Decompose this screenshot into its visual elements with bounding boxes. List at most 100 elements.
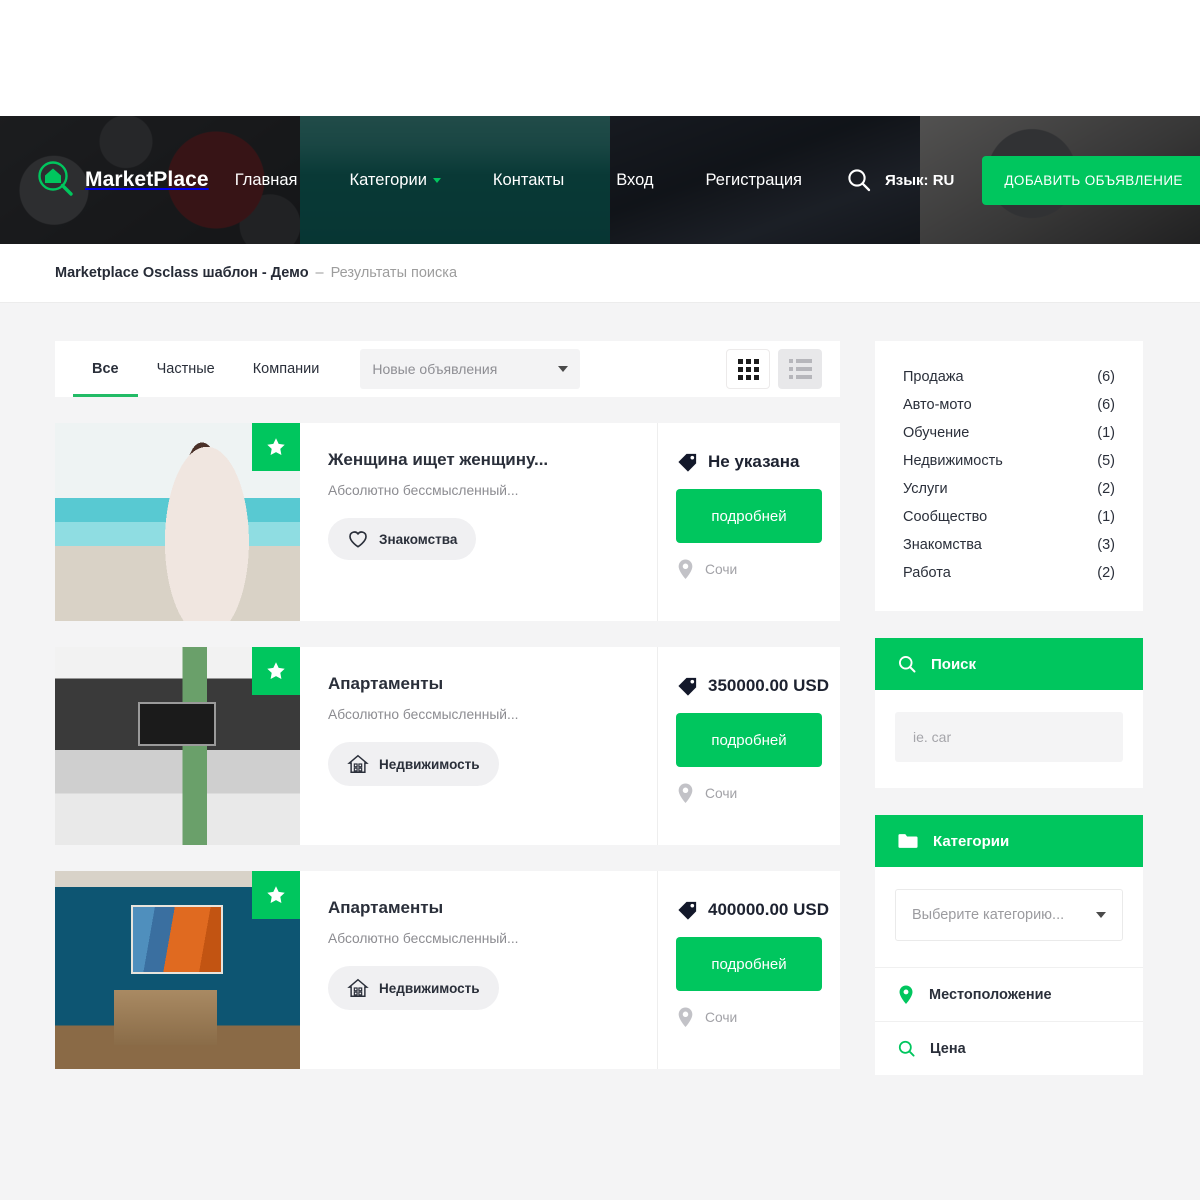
sidebar-category-row[interactable]: Авто-мото (6) [903,391,1115,419]
nav-item-register[interactable]: Регистрация [680,171,828,190]
sidebar-category-row[interactable]: Продажа (6) [903,363,1115,391]
grid-view-button[interactable] [726,349,770,389]
tab-private[interactable]: Частные [138,341,234,397]
listing-title[interactable]: Женщина ищет женщину... [328,450,637,470]
listing-side: Не указана подробней Сочи [658,423,840,621]
listing-location-label: Сочи [705,1010,738,1026]
search-icon [898,1040,915,1057]
site-logo[interactable]: MarketPlace [36,160,209,200]
listing-category-label: Недвижимость [379,980,480,996]
listing-details-button[interactable]: подробней [676,937,822,992]
listing-description: Абсолютно бессмысленный... [328,931,519,946]
language-selector[interactable]: Язык: RU [885,172,954,189]
category-count: (1) [1097,425,1115,441]
star-icon [267,662,285,679]
list-view-button[interactable] [778,349,822,389]
sidebar-accordion-location[interactable]: Местоположение [875,967,1143,1021]
breadcrumb-root[interactable]: Marketplace Osclass шаблон - Демо [55,265,309,281]
listing-title[interactable]: Апартаменты [328,898,637,918]
sidebar-category-row[interactable]: Работа (2) [903,559,1115,587]
map-pin-icon [678,1007,693,1028]
category-name: Авто-мото [903,397,972,413]
star-icon [267,886,285,903]
category-name: Продажа [903,369,964,385]
sidebar-category-counts: Продажа (6) Авто-мото (6) Обучение (1) Н… [875,341,1143,611]
search-input[interactable]: ie. car [895,712,1123,762]
listing-description: Абсолютно бессмысленный... [328,707,519,722]
listing-location-label: Сочи [705,786,738,802]
sidebar-category-row[interactable]: Услуги (2) [903,475,1115,503]
add-listing-button[interactable]: ДОБАВИТЬ ОБЪЯВЛЕНИЕ [982,155,1200,205]
nav-label: Вход [616,170,654,189]
listing-details-button[interactable]: подробней [676,489,822,544]
map-pin-icon [678,559,693,580]
nav-item-contacts[interactable]: Контакты [467,171,590,190]
nav-label: Контакты [492,170,565,189]
category-count: (2) [1097,565,1115,581]
listing-category-label: Недвижимость [379,756,480,772]
sidebar-category-row[interactable]: Знакомства (3) [903,531,1115,559]
header-search-button[interactable] [846,167,872,193]
sort-select[interactable]: Новые объявления [360,349,581,389]
listing-price-value: Не указана [708,452,800,471]
listing-body: Женщина ищет женщину... Абсолютно бессмы… [300,423,658,621]
listing-body: Апартаменты Абсолютно бессмысленный... Н… [300,647,658,845]
sidebar-category-row[interactable]: Обучение (1) [903,419,1115,447]
main-navigation: Главная Категории Контакты Вход Регистра… [209,171,828,190]
listing-price-value: 400000.00 USD [708,900,829,919]
house-magnifier-icon [36,160,76,200]
star-icon [267,438,285,455]
category-select-value: Выберите категорию... [912,907,1065,923]
listing-details-button[interactable]: подробней [676,713,822,768]
chevron-down-icon [432,177,441,183]
chevron-down-icon [1096,912,1106,918]
listing-price: 350000.00 USD [676,674,840,697]
accordion-label: Цена [930,1040,966,1057]
nav-item-login[interactable]: Вход [590,171,679,190]
house-icon [347,754,369,773]
category-widget-body: Выберите категорию... [875,867,1143,967]
map-pin-icon [899,985,913,1004]
page-content: Все Частные Компании Новые объявления Же… [0,303,1200,1200]
listing-description: Абсолютно бессмысленный... [328,483,519,498]
listing-price-value: 350000.00 USD [708,676,829,695]
house-icon [347,978,369,997]
listing-card[interactable]: Апартаменты Абсолютно бессмысленный... Н… [55,647,840,845]
listing-category-chip[interactable]: Недвижимость [328,742,499,786]
listing-category-chip[interactable]: Недвижимость [328,966,499,1010]
category-widget-title: Категории [933,832,1010,850]
tab-companies[interactable]: Компании [234,341,339,397]
tab-all[interactable]: Все [73,341,138,397]
category-name: Знакомства [903,537,982,553]
sidebar-accordion-price[interactable]: Цена [875,1021,1143,1075]
category-select[interactable]: Выберите категорию... [895,889,1123,941]
category-count: (3) [1097,537,1115,553]
listing-card[interactable]: Апартаменты Абсолютно бессмысленный... Н… [55,871,840,1069]
category-count: (1) [1097,509,1115,525]
listing-location-label: Сочи [705,562,738,578]
nav-item-home[interactable]: Главная [209,171,324,190]
listing-photo[interactable] [55,647,300,845]
listing-photo[interactable] [55,871,300,1069]
listing-category-chip[interactable]: Знакомства [328,518,477,560]
list-icon [788,359,812,379]
nav-label: Регистрация [705,170,802,189]
price-tag-icon [678,901,697,920]
category-widget-header: Категории [875,815,1143,867]
listing-title[interactable]: Апартаменты [328,674,637,694]
listing-body: Апартаменты Абсолютно бессмысленный... Н… [300,871,658,1069]
results-column: Все Частные Компании Новые объявления Же… [55,341,840,1069]
sidebar-category-row[interactable]: Недвижимость (5) [903,447,1115,475]
price-tag-icon [678,677,697,696]
sidebar-category-row[interactable]: Сообщество (1) [903,503,1115,531]
sidebar: Продажа (6) Авто-мото (6) Обучение (1) Н… [875,341,1143,1075]
nav-item-categories[interactable]: Категории [324,171,467,190]
listing-photo[interactable] [55,423,300,621]
search-widget: Поиск ie. car [875,638,1143,788]
listing-location: Сочи [676,558,840,581]
category-name: Недвижимость [903,453,1003,469]
listing-location: Сочи [676,1006,840,1029]
listing-side: 350000.00 USD подробней Сочи [658,647,840,845]
featured-badge [252,871,300,919]
listing-card[interactable]: Женщина ищет женщину... Абсолютно бессмы… [55,423,840,621]
